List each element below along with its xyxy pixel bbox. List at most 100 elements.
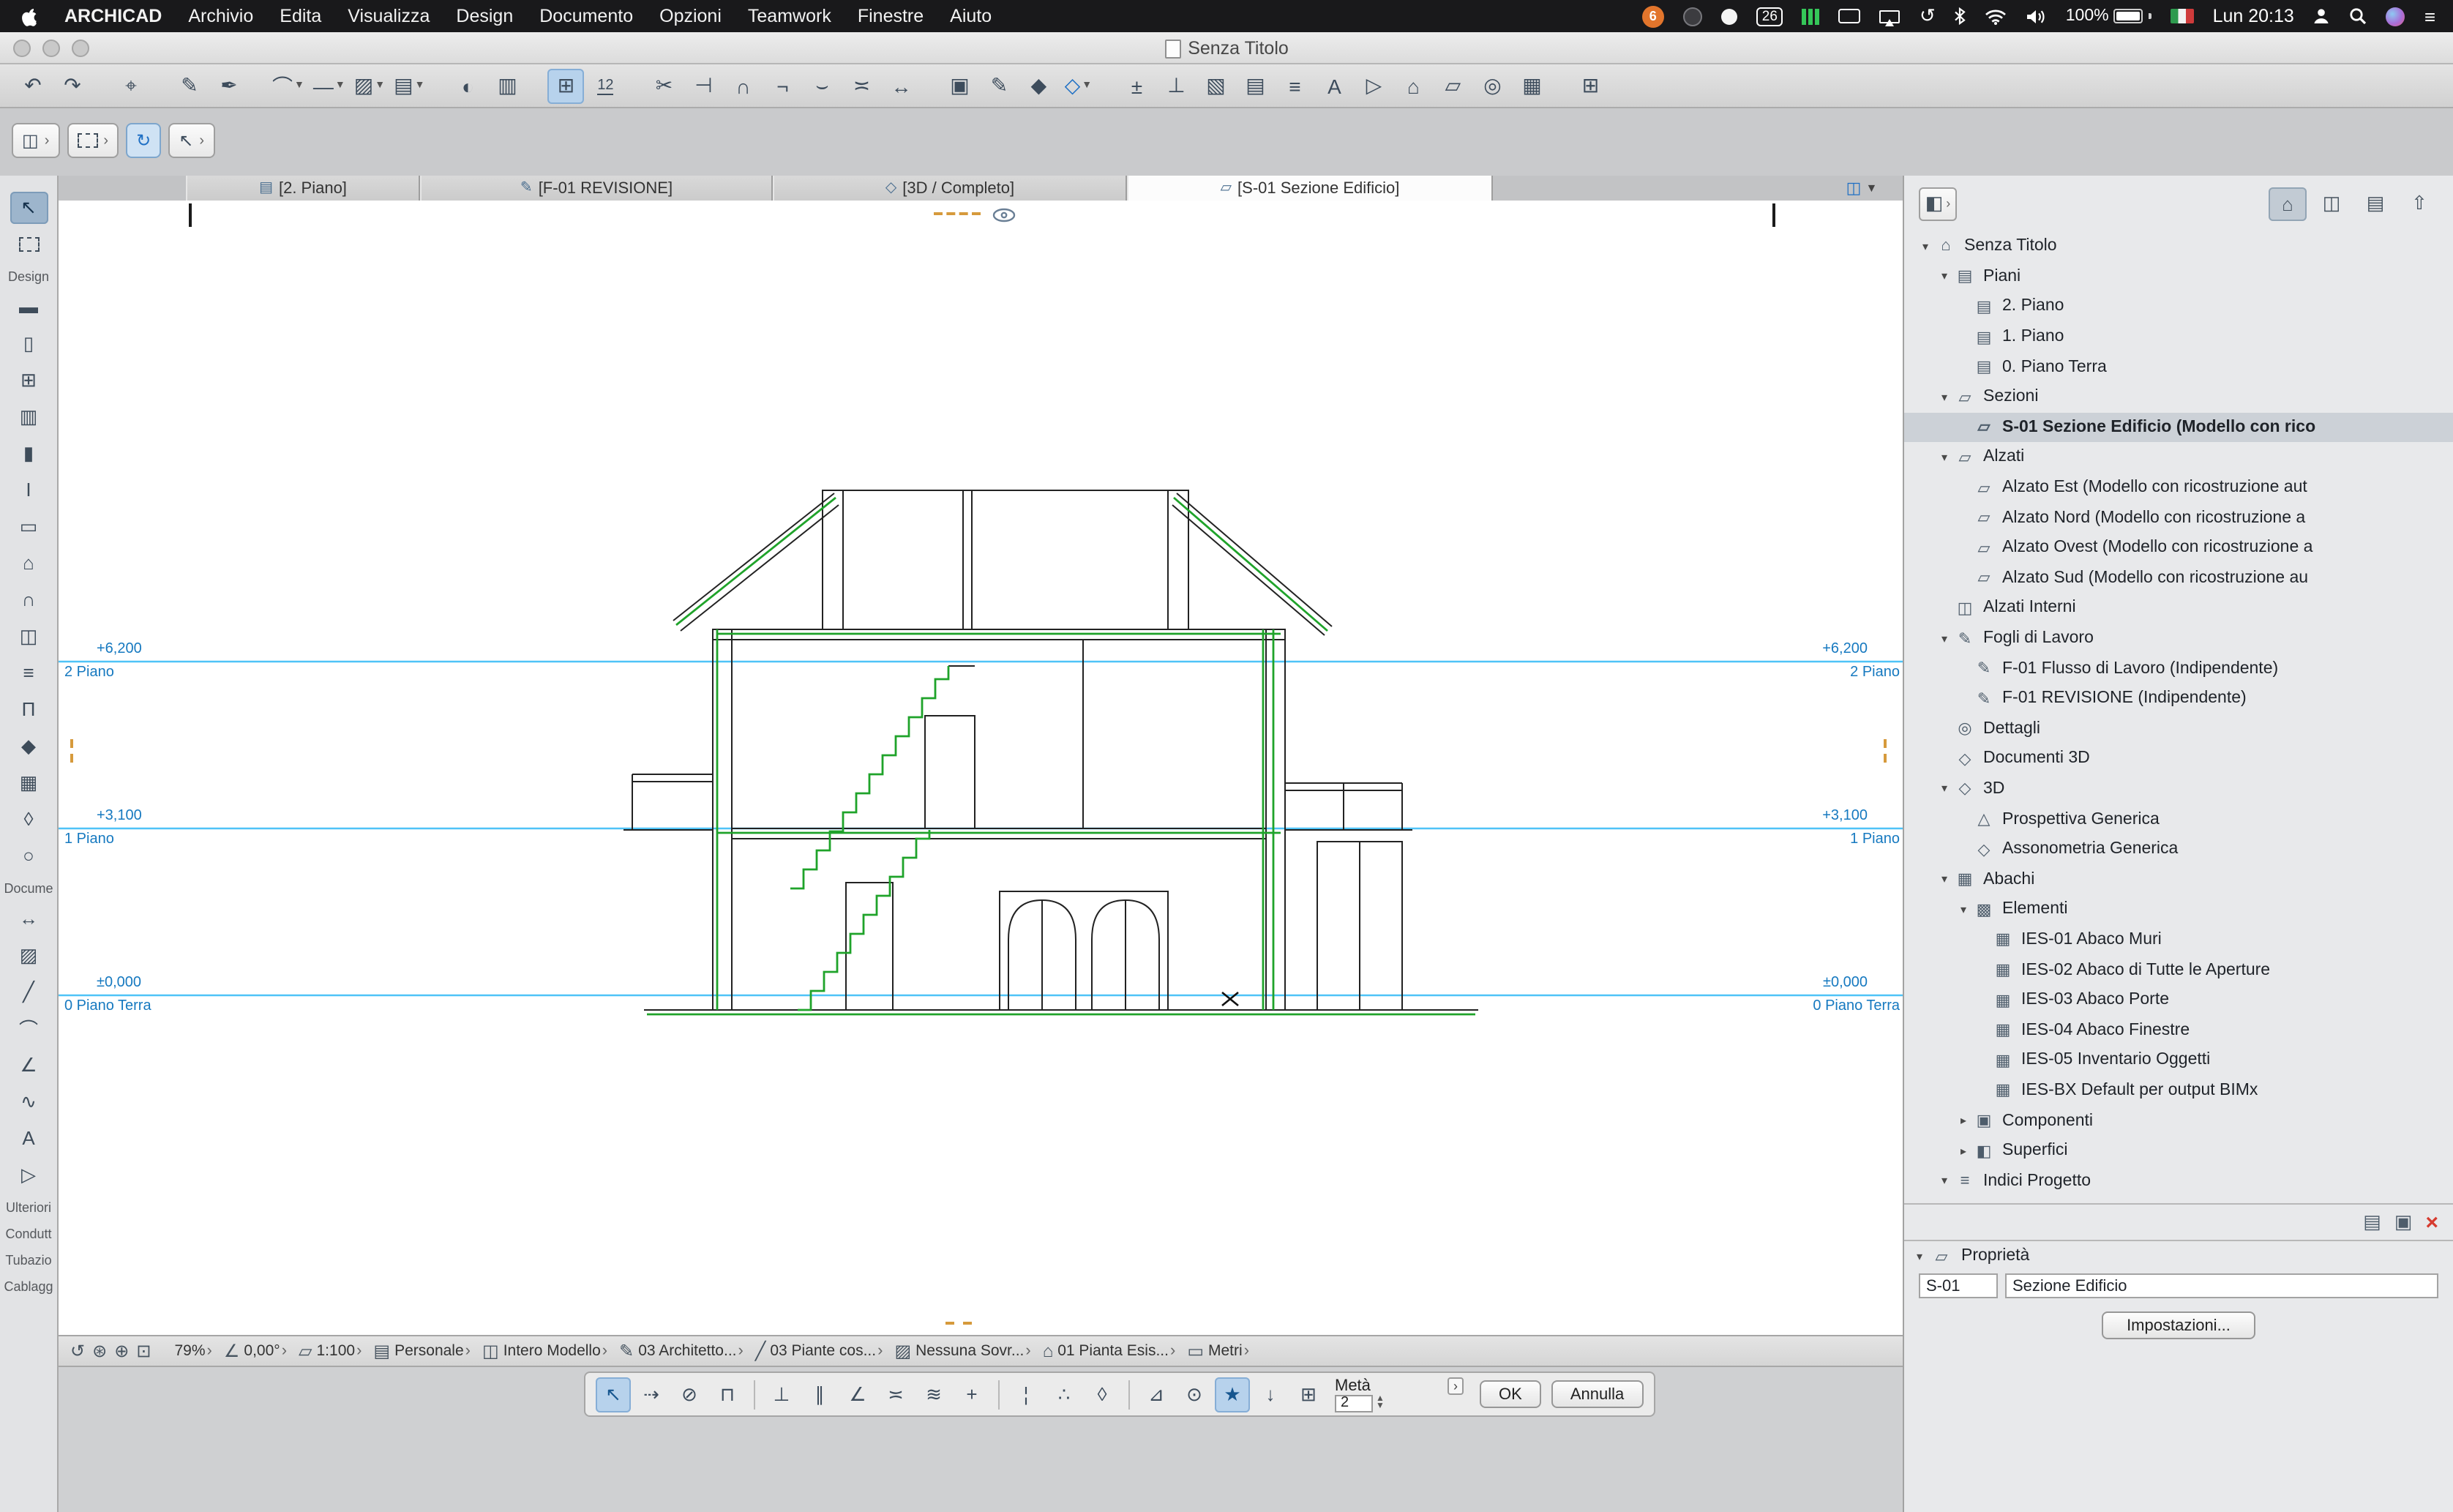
toolbar-inject-parameters-button[interactable]: ✒ [211, 68, 247, 103]
pipe-button[interactable]: ⊓ [710, 1377, 745, 1412]
toolbar-schedule-button[interactable]: ▦ [1513, 68, 1550, 103]
tree-item-22[interactable]: ▾▩Elementi [1904, 894, 2453, 924]
toolbar-new-layout-button[interactable]: ⊞ [1572, 68, 1609, 103]
volume-icon[interactable] [2026, 8, 2047, 24]
tree-item-0[interactable]: ▾⌂Senza Titolo [1904, 231, 2453, 261]
tab-f-01-revisione[interactable]: ✎[F-01 REVISIONE] [420, 176, 773, 201]
tree-item-18[interactable]: ▾◇3D [1904, 774, 2453, 804]
offset-snap-button[interactable]: ≍ [878, 1377, 913, 1412]
angle-bisector-snap-button[interactable]: ∠ [840, 1377, 875, 1412]
disclosure-icon[interactable]: ▾ [1935, 451, 1954, 464]
view-settings-button[interactable]: ▤ [2363, 1210, 2381, 1234]
tree-item-14[interactable]: ✎F-01 Flusso di Lavoro (Indipendente) [1904, 654, 2453, 684]
disclosure-icon[interactable]: ▾ [1935, 632, 1954, 645]
record-dot-icon[interactable] [1683, 7, 1702, 26]
toolbar-virtual-trace-button[interactable]: ▥ [489, 68, 525, 103]
tree-item-9[interactable]: ▱Alzato Nord (Modello con ricostruzione … [1904, 503, 2453, 533]
statusbar-pen-set[interactable]: ╱03 Piante cos...› [755, 1341, 888, 1361]
tree-item-23[interactable]: ▦IES-01 Abaco Muri [1904, 924, 2453, 954]
statusbar-structure-filter[interactable]: ◫Intero Modello› [482, 1341, 612, 1361]
stair-tool[interactable]: ≡ [10, 656, 48, 689]
toolbox-group-ulteriori[interactable]: Ulteriori [6, 1200, 51, 1215]
menubar-clock[interactable]: Lun 20:13 [2213, 6, 2294, 26]
text-tool[interactable]: A [10, 1122, 48, 1154]
toolbar-grid-snap-button[interactable]: ⊞ [547, 68, 584, 103]
statusbar-view-options[interactable]: ▤Personale› [373, 1341, 475, 1361]
menu-item-opzioni[interactable]: Opzioni [646, 6, 735, 26]
disclosure-icon[interactable]: ▾ [1935, 1174, 1954, 1187]
toolbar-arc-options-dropdown[interactable]: ⌒▼ [269, 68, 307, 103]
toolbar-line-options-dropdown[interactable]: —▼ [310, 68, 348, 103]
screen-mirroring-icon[interactable] [1880, 10, 1900, 23]
tree-item-11[interactable]: ▱Alzato Sud (Modello con ricostruzione a… [1904, 563, 2453, 593]
toolbar-view-3d-button[interactable]: ◇▼ [1060, 68, 1096, 103]
toolbar-intersect-button[interactable]: ∩ [724, 68, 761, 103]
menu-item-design[interactable]: Design [443, 6, 526, 26]
eq-bars-icon[interactable] [1802, 8, 1820, 24]
shape-blob-icon[interactable] [1721, 8, 1737, 24]
toolbox-group-tubazio[interactable]: Tubazio [5, 1253, 51, 1268]
app-badge-icon[interactable]: 6 [1642, 5, 1664, 27]
marquee-tool[interactable] [10, 228, 48, 260]
view-chooser-button[interactable]: ◫› [12, 123, 59, 158]
mesh-tool[interactable]: ▦ [10, 766, 48, 798]
project-map-button[interactable]: ⌂ [2269, 187, 2307, 220]
input-language-flag-icon[interactable] [2171, 9, 2194, 23]
count-badge-icon[interactable]: 26 [1756, 7, 1783, 26]
toolbox-group-design[interactable]: Design [8, 269, 49, 284]
tree-item-1[interactable]: ▾▤Piani [1904, 261, 2453, 291]
toolbar-layout-book-button[interactable]: ▤ [1237, 68, 1273, 103]
gravity-button[interactable]: ↓ [1253, 1377, 1288, 1412]
toolbar-hatch-button[interactable]: ▧ [1197, 68, 1234, 103]
drawing-canvas[interactable]: +6,2002 Piano+6,2002 Piano+3,1001 Piano+… [59, 201, 1903, 1335]
toolbar-dimension-button[interactable]: ± [1118, 68, 1155, 103]
wifi-icon[interactable] [1985, 8, 2007, 24]
polyline-tool[interactable]: ∠ [10, 1049, 48, 1081]
section-line-end-right[interactable] [1772, 203, 1775, 227]
display-icon[interactable] [1839, 9, 1861, 23]
navigator-popup-button[interactable]: ◧› [1919, 187, 1957, 220]
fill-tool[interactable]: ▨ [10, 939, 48, 971]
arrow-button[interactable]: ↖ [596, 1377, 631, 1412]
guide-lines-button[interactable]: ¦ [1008, 1377, 1044, 1412]
spline-tool[interactable]: ∿ [10, 1085, 48, 1118]
door-tool[interactable]: ▯ [10, 327, 48, 359]
toolbar-dimension-units-button[interactable]: 12 [587, 68, 623, 103]
tree-item-7[interactable]: ▾▱Alzati [1904, 442, 2453, 472]
toolbar-layer-options-dropdown[interactable]: ▤▼ [391, 68, 427, 103]
disclosure-icon[interactable]: ▾ [1935, 270, 1954, 283]
tab-s-01-sezione-edificio[interactable]: ▱[S-01 Sezione Edificio] [1127, 176, 1493, 201]
menu-item-aiuto[interactable]: Aiuto [937, 6, 1005, 26]
disclosure-icon[interactable]: ▸ [1954, 1144, 1973, 1157]
clone-button[interactable]: ▣ [2394, 1210, 2413, 1234]
marquee-view-button[interactable]: › [67, 123, 119, 158]
tree-item-28[interactable]: ▦IES-BX Default per output BIMx [1904, 1075, 2453, 1105]
toolbar-lines-button[interactable]: ≡ [1276, 68, 1313, 103]
statusbar-renovation-filter[interactable]: ⌂01 Pianta Esis...› [1043, 1341, 1180, 1361]
statusbar-zoom-level[interactable]: 79%› [175, 1342, 217, 1360]
disclosure-icon[interactable]: ▸ [1954, 1114, 1973, 1127]
time-machine-icon[interactable]: ↺ [1920, 4, 1936, 28]
toolbar-fillet-button[interactable]: ⌣ [804, 68, 840, 103]
arrow-history-button[interactable]: ↖› [168, 123, 214, 158]
snap-division-stepper[interactable]: ▲▼ [1376, 1396, 1385, 1410]
tree-item-24[interactable]: ▦IES-02 Abaco di Tutte le Aperture [1904, 955, 2453, 985]
publisher-sets-button[interactable]: ⇧ [2400, 187, 2438, 220]
toolbar-fill-options-dropdown[interactable]: ▨▼ [351, 68, 388, 103]
statusbar-rotation[interactable]: ∠0,00°› [224, 1341, 291, 1361]
tab-2-piano[interactable]: ▤[2. Piano] [186, 176, 420, 201]
toolbar-trim-button[interactable]: ¬ [764, 68, 801, 103]
view-map-button[interactable]: ◫ [2312, 187, 2351, 220]
toolbar-stretch-button[interactable]: ↔ [883, 68, 919, 103]
layout-book-button[interactable]: ▤ [2356, 187, 2394, 220]
statusbar-units[interactable]: ▭Metri› [1187, 1341, 1254, 1361]
cancel-button[interactable]: Annulla [1551, 1380, 1643, 1408]
statusbar-graphic-override[interactable]: ▨Nessuna Sovr...› [894, 1341, 1035, 1361]
toolbar-zone-button[interactable]: ⌂ [1395, 68, 1431, 103]
tree-item-6[interactable]: ▱S-01 Sezione Edificio (Modello con rico [1904, 412, 2453, 442]
toolbar-trace-reference-button[interactable]: ◐ [449, 68, 486, 103]
menu-item-archivio[interactable]: Archivio [175, 6, 266, 26]
toolbox-group-docume[interactable]: Docume [4, 881, 53, 896]
wall-tool[interactable]: ▬ [10, 291, 48, 323]
toolbar-level-dimension-button[interactable]: ⊥ [1158, 68, 1194, 103]
